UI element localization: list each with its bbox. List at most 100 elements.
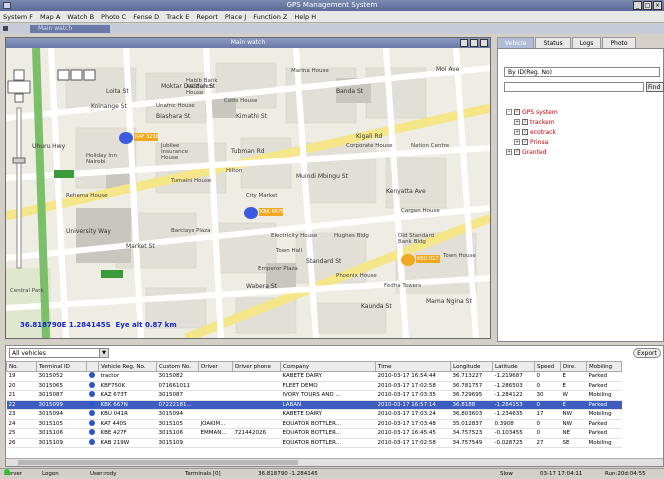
table-row[interactable]: 25 3015106 KBE 427F 3015106 EMMAN... 72144202… [6, 428, 622, 439]
filter-value: All vehicles [12, 350, 46, 357]
tab-logs[interactable]: Logs [571, 37, 602, 48]
maximize-button[interactable]: □ [643, 1, 652, 10]
table-cell: 19 [6, 371, 37, 382]
map-close-button[interactable] [480, 39, 488, 47]
table-cell: 2010-03-17 17:03:48 [375, 419, 451, 429]
column-header[interactable]: No. [6, 361, 37, 372]
column-header[interactable]: Terminal ID [36, 361, 87, 372]
column-header[interactable]: Longitude [450, 361, 493, 372]
find-button[interactable]: Find [646, 82, 664, 92]
table-cell: 3015105 [36, 419, 87, 429]
column-header[interactable]: Driver [198, 361, 233, 372]
table-cell: 3015052 [36, 371, 87, 382]
street-label: Moi Ave [436, 66, 460, 73]
column-header[interactable]: Mobiling [586, 361, 622, 372]
search-by-select[interactable]: By ID(Reg. No) [504, 67, 660, 77]
table-row[interactable]: 21 3015087 KAZ 673T 3015087 IVORY TOURS AND … [6, 390, 622, 401]
status-terminals: Terminals [0] [185, 471, 221, 477]
column-header[interactable]: Vehicle Reg. No. [98, 361, 157, 372]
expand-icon[interactable]: + [514, 119, 520, 125]
vehicle-status-icon [88, 400, 95, 407]
menu-watch[interactable]: Watch B [67, 13, 94, 21]
menu-system[interactable]: System F [3, 13, 33, 21]
place-label: Rehema House [66, 193, 108, 199]
tree-node[interactable]: + ✓ Prinsa [506, 137, 558, 147]
checkbox-icon[interactable]: ✓ [514, 149, 520, 155]
checkbox-icon[interactable]: ✓ [522, 129, 528, 135]
tree-node[interactable]: - ✓ GPS system [506, 107, 558, 117]
column-header[interactable]: Dire. [560, 361, 587, 372]
tree-node[interactable]: + ✓ trackem [506, 117, 558, 127]
minimize-button[interactable]: _ [633, 1, 642, 10]
column-header[interactable]: Speed [534, 361, 561, 372]
table-cell: KBF750K [98, 381, 157, 391]
chevron-down-icon[interactable]: ▼ [99, 349, 108, 357]
map-minimize-button[interactable] [460, 39, 468, 47]
search-input[interactable] [504, 82, 644, 92]
table-row[interactable]: 19 3015052 tractor 3015082 KABETE DAIRY 2010-… [6, 371, 622, 382]
map-window: Main watch Banda St Kenyatta Ave Muindi … [5, 37, 491, 339]
menu-report[interactable]: Report [196, 13, 218, 21]
table-cell: -1.234635 [492, 409, 535, 420]
tab-photo[interactable]: Photo [602, 37, 636, 48]
column-header[interactable]: Driver phone [232, 361, 281, 372]
tab-main-watch[interactable]: Main watch [30, 25, 110, 33]
table-row[interactable]: 24 3015105 KAT 440S 3015105 JOAKIM... EQUATOR… [6, 419, 622, 429]
vehicle-status-icon [88, 429, 95, 436]
table-cell: 2010-03-17 17:03:35 [375, 390, 451, 401]
export-button[interactable]: Export [633, 348, 661, 358]
table-cell: -0.028725 [492, 438, 535, 448]
table-row[interactable]: 26 3015109 KAB 219W 3015109 EQUATOR BOTTLER.… [6, 438, 622, 448]
table-cell [232, 400, 281, 410]
menu-photo[interactable]: Photo C [101, 13, 126, 21]
table-cell: tractor [98, 371, 157, 382]
column-header[interactable] [86, 361, 99, 372]
table-cell: 0 [534, 371, 561, 382]
table-row[interactable]: 23 3015094 KBU 041R 3015094 KABETE DAIRY 2010… [6, 409, 622, 420]
vehicle-status-icon [88, 391, 95, 398]
table-cell [232, 390, 281, 401]
horizontal-scrollbar[interactable] [6, 458, 663, 466]
checkbox-icon[interactable]: ✓ [522, 119, 528, 125]
map-canvas[interactable]: Banda St Kenyatta Ave Muindi Mbingu St M… [6, 48, 490, 338]
column-header[interactable]: Company [280, 361, 376, 372]
menu-fense[interactable]: Fense D [133, 13, 159, 21]
tab-vehicle[interactable]: Vehicle [497, 37, 535, 48]
coords-text: 36.818790E 1.284145S [20, 321, 111, 329]
collapse-icon[interactable]: - [506, 109, 512, 115]
tree-node[interactable]: + ✓ ecotrack [506, 127, 558, 137]
vehicle-label[interactable]: KBK 667N [260, 209, 285, 215]
vehicle-filter-select[interactable]: All vehicles ▼ [9, 348, 109, 358]
expand-icon[interactable]: + [506, 149, 512, 155]
column-header[interactable]: Time [375, 361, 451, 372]
table-cell: 0 [534, 419, 561, 429]
table-cell: KAZ 673T [98, 390, 157, 401]
menu-place[interactable]: Place J [225, 13, 246, 21]
tab-status[interactable]: Status [535, 37, 571, 48]
tree-node[interactable]: + ✓ Granted [506, 147, 558, 157]
table-row[interactable]: 22 3015099 KBK 667N 07222181... LABAN 2010-03… [6, 400, 622, 410]
expand-icon[interactable]: + [514, 139, 520, 145]
menu-track[interactable]: Track E [166, 13, 189, 21]
street-label: Muindi Mbingu St [296, 173, 348, 180]
vehicle-tree: - ✓ GPS system + ✓ trackem + ✓ ecotrack + ✓ Prin… [506, 107, 558, 157]
table-cell: Parked [586, 428, 622, 439]
vehicle-status-icon [88, 438, 95, 445]
street-label: Banda St [336, 88, 364, 95]
menu-function[interactable]: Function Z [253, 13, 287, 21]
table-row[interactable]: 20 3015065 KBF750K 071661011 FLEET DEMO 2010-… [6, 381, 622, 391]
menu-map[interactable]: Map A [40, 13, 60, 21]
scrollbar-thumb[interactable] [18, 460, 298, 465]
vehicle-label[interactable]: KAF 3256 [135, 134, 159, 140]
vehicle-label[interactable]: KBU 017 [417, 256, 439, 262]
checkbox-icon[interactable]: ✓ [514, 109, 520, 115]
expand-icon[interactable]: + [514, 129, 520, 135]
map-maximize-button[interactable] [470, 39, 478, 47]
table-cell: 0 [534, 428, 561, 439]
checkbox-icon[interactable]: ✓ [522, 139, 528, 145]
column-header[interactable]: Custom No. [156, 361, 199, 372]
close-button[interactable]: × [653, 1, 662, 10]
menu-help[interactable]: Help H [294, 13, 316, 21]
table-cell: 2010-03-17 16:54:44 [375, 371, 451, 382]
column-header[interactable]: Latitude [492, 361, 535, 372]
